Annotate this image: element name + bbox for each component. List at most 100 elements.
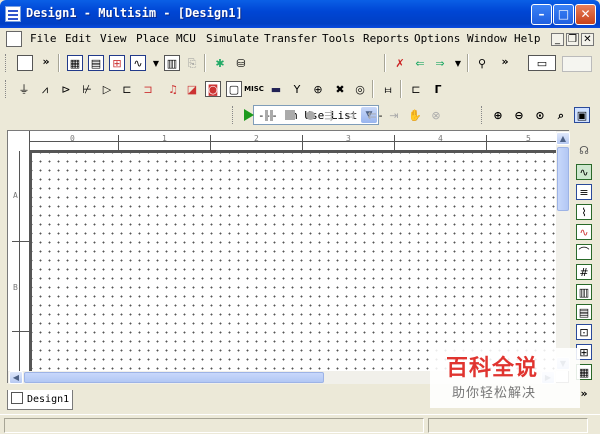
- mdi-minimize-button[interactable]: _: [551, 33, 564, 46]
- step-over-icon[interactable]: ⇉: [343, 107, 359, 123]
- mcu-component-icon[interactable]: ✖: [332, 81, 348, 97]
- electrical-rules-icon[interactable]: ⎘: [184, 55, 200, 71]
- close-button[interactable]: ✕: [575, 4, 596, 25]
- back-annotate-icon[interactable]: ⇐: [412, 55, 428, 71]
- new-file-icon[interactable]: [17, 55, 33, 71]
- annotate-dropdown-icon[interactable]: ▼: [450, 56, 466, 72]
- four-channel-oscilloscope-icon[interactable]: ∿: [576, 224, 592, 240]
- ruler-top-label: 0: [70, 134, 75, 143]
- horizontal-scroll-thumb[interactable]: [24, 372, 324, 383]
- transistor-component-icon[interactable]: ⊬: [79, 81, 95, 97]
- spreadsheet-view-icon[interactable]: ▤: [88, 55, 104, 71]
- analog-component-icon[interactable]: ▷: [99, 81, 115, 97]
- multimeter-icon[interactable]: ☊: [576, 142, 592, 158]
- word-generator-icon[interactable]: ▥: [576, 284, 592, 300]
- rf-component-icon[interactable]: Y: [289, 81, 305, 97]
- bus-icon[interactable]: ⧦: [380, 81, 396, 97]
- ttl-component-icon[interactable]: ⊏: [119, 81, 135, 97]
- remove-breakpoints-icon[interactable]: ⊗: [428, 107, 444, 123]
- place-wire-icon[interactable]: Γ: [430, 81, 446, 97]
- vertical-scrollbar[interactable]: ▲ ▼: [556, 131, 570, 371]
- maximize-button[interactable]: □: [553, 4, 574, 25]
- stop-simulation-icon[interactable]: [282, 107, 298, 123]
- postprocessor-icon[interactable]: ▥: [164, 55, 180, 71]
- mdi-close-button[interactable]: ✕: [581, 33, 594, 46]
- zoom-in-icon[interactable]: ⊕: [490, 107, 506, 123]
- menu-options[interactable]: Options: [414, 32, 460, 45]
- function-generator-icon[interactable]: ∿: [576, 164, 592, 180]
- scroll-up-icon[interactable]: ▲: [556, 132, 570, 145]
- ruler-top-label: 4: [438, 134, 443, 143]
- toolbar-overflow-chevron-icon-2[interactable]: »: [497, 53, 513, 69]
- status-info-cell: [428, 418, 588, 433]
- document-menu-icon[interactable]: [6, 31, 22, 47]
- misc-digital-icon[interactable]: ♫: [165, 81, 181, 97]
- advanced-peripherals-icon[interactable]: ▬: [268, 81, 284, 97]
- step-out-icon[interactable]: ⇇: [364, 107, 380, 123]
- run-simulation-icon[interactable]: [241, 107, 257, 123]
- run-to-cursor-icon[interactable]: ⇥: [386, 107, 402, 123]
- menu-help[interactable]: Help: [514, 32, 541, 45]
- basic-component-icon[interactable]: ⩘: [37, 81, 53, 97]
- wattmeter-icon[interactable]: ≡: [576, 184, 592, 200]
- menu-file[interactable]: File: [30, 32, 57, 45]
- multisim-app-icon[interactable]: [5, 6, 21, 22]
- toggle-breakpoint-icon[interactable]: ✋: [407, 107, 423, 123]
- menu-window[interactable]: Window: [467, 32, 507, 45]
- component-view-icon[interactable]: ▭: [528, 55, 556, 71]
- title-bar: Design1 - Multisim - [Design1] – □ ✕: [0, 0, 600, 28]
- schematic-grid-canvas[interactable]: [30, 151, 556, 373]
- ruler-top-label: 1: [162, 134, 167, 143]
- menu-view[interactable]: View: [100, 32, 127, 45]
- toggle-view-icon[interactable]: [562, 56, 592, 72]
- grapher-icon[interactable]: ∿: [130, 55, 146, 71]
- minimize-button[interactable]: –: [531, 4, 552, 25]
- tab-design1-label: Design1: [27, 394, 70, 405]
- bode-plotter-icon[interactable]: ⌒: [576, 244, 592, 260]
- power-component-icon[interactable]: ▢: [226, 81, 242, 97]
- menu-simulate[interactable]: Simulate: [206, 32, 259, 45]
- menu-place[interactable]: Place: [136, 32, 169, 45]
- pause-simulation-icon[interactable]: [261, 107, 277, 123]
- frequency-counter-icon[interactable]: #: [576, 264, 592, 280]
- find-examples-icon[interactable]: ⚲: [474, 55, 490, 71]
- cmos-component-icon[interactable]: ⊐: [140, 81, 156, 97]
- electromechanical-icon[interactable]: ⊕: [310, 81, 326, 97]
- toolbar-overflow-chevron-icon[interactable]: »: [38, 53, 54, 69]
- tab-design1[interactable]: Design1: [7, 390, 73, 410]
- zoom-out-icon[interactable]: ⊖: [511, 107, 527, 123]
- oscilloscope-icon[interactable]: ⌇: [576, 204, 592, 220]
- indicator-component-icon[interactable]: ◙: [205, 81, 221, 97]
- mdi-restore-button[interactable]: ❐: [566, 33, 579, 46]
- database-icon[interactable]: ⛁: [233, 55, 249, 71]
- scroll-left-icon[interactable]: ◀: [9, 371, 23, 384]
- place-connector-icon[interactable]: ⊏: [408, 81, 424, 97]
- design-toolbox-icon[interactable]: ▦: [67, 55, 83, 71]
- full-screen-icon[interactable]: ▣: [574, 107, 590, 123]
- menu-transfer[interactable]: Transfer: [264, 32, 317, 45]
- check-icon[interactable]: ✗: [392, 55, 408, 71]
- source-component-icon[interactable]: ⏚: [16, 81, 32, 97]
- mixed-component-icon[interactable]: ◪: [184, 81, 200, 97]
- logic-converter-icon[interactable]: ⊡: [576, 324, 592, 340]
- hierarchical-block-icon[interactable]: ◎: [352, 81, 368, 97]
- grapher-dropdown-icon[interactable]: ▼: [148, 56, 164, 72]
- database-manager-icon[interactable]: ⊞: [109, 55, 125, 71]
- forward-annotate-icon[interactable]: ⇒: [432, 55, 448, 71]
- misc-component-icon[interactable]: MISC: [244, 81, 264, 97]
- step-into-icon[interactable]: ⇶: [321, 107, 337, 123]
- schematic-workspace: 0 1 2 3 4 5 A B ▲ ▼ ◀ ▶: [7, 130, 570, 384]
- pause-at-next-icon[interactable]: [302, 107, 318, 123]
- menu-reports[interactable]: Reports: [363, 32, 409, 45]
- logic-analyzer-icon[interactable]: ▤: [576, 304, 592, 320]
- menu-tools[interactable]: Tools: [322, 32, 355, 45]
- zoom-area-icon[interactable]: ⊙: [532, 107, 548, 123]
- diode-component-icon[interactable]: ⊳: [58, 81, 74, 97]
- zoom-fit-icon[interactable]: ⌕: [553, 107, 569, 123]
- status-message-cell: [4, 418, 424, 433]
- menu-edit[interactable]: Edit: [65, 32, 92, 45]
- vertical-scroll-thumb[interactable]: [557, 147, 569, 211]
- menu-mcu[interactable]: MCU: [176, 32, 196, 45]
- component-wizard-icon[interactable]: ✱: [212, 55, 228, 71]
- schematic-document-icon: [11, 392, 23, 404]
